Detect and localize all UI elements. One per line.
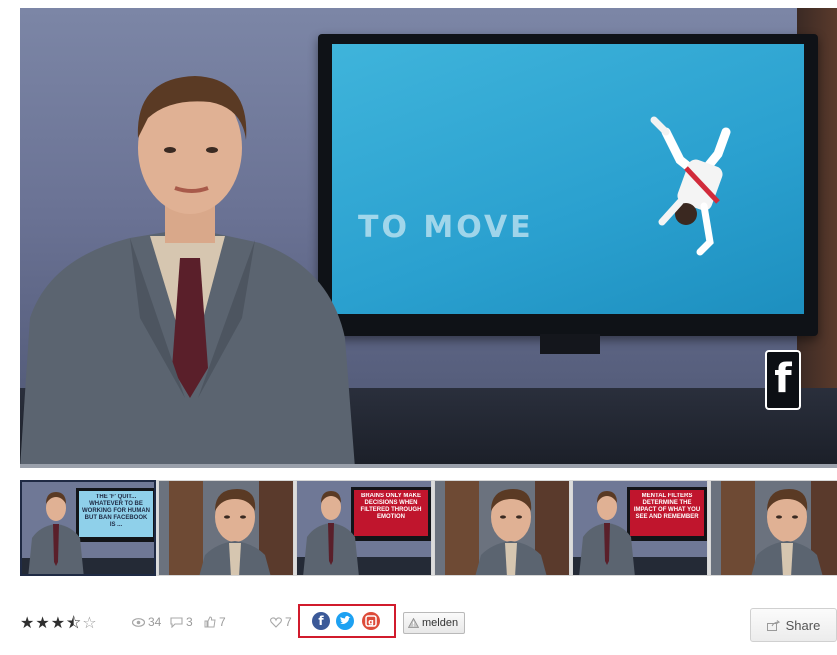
social-share-group: f g — [298, 604, 396, 638]
warning-icon — [408, 618, 419, 628]
star-rating[interactable]: ★★★⯪☆ — [20, 612, 98, 639]
thumbnail-6[interactable] — [710, 480, 837, 576]
presenter-figure — [20, 76, 355, 468]
share-label: Share — [785, 617, 821, 633]
thumbnail-image — [435, 481, 569, 575]
share-button[interactable]: Share — [750, 608, 837, 642]
star-full-icon[interactable]: ★ — [35, 615, 50, 632]
tv-screen: TO MOVE — [332, 44, 804, 314]
thumbnail-image — [711, 481, 837, 575]
thumbnail-caption: The 'F' quit... whatever to be working f… — [82, 494, 150, 528]
video-progress-fill — [20, 464, 837, 468]
thumbs-up-icon — [204, 616, 216, 628]
star-full-icon[interactable]: ★ — [51, 615, 66, 632]
video-progress-bar[interactable] — [20, 464, 837, 468]
tv-stand — [540, 334, 600, 354]
svg-text:g: g — [368, 618, 374, 627]
thumbnail-3[interactable]: Brains only make decisions when filtered… — [296, 480, 432, 576]
likes-count: 7 — [219, 615, 226, 629]
likes-stat[interactable]: 7 — [204, 615, 226, 629]
video-actions-bar: ★★★⯪☆ 34 3 7 7 f g melden Share — [20, 604, 837, 642]
star-full-icon[interactable]: ★ — [20, 615, 35, 632]
comments-stat[interactable]: 3 — [170, 615, 193, 629]
eye-icon — [132, 617, 145, 627]
favorites-stat[interactable]: 7 — [270, 615, 292, 629]
favorites-count: 7 — [285, 615, 292, 629]
tv-text: TO MOVE — [358, 210, 534, 245]
thumbnail-5[interactable]: Mental filters determine the impact of w… — [572, 480, 708, 576]
video-player[interactable]: TO MOVE f — [20, 8, 837, 468]
star-empty-icon[interactable]: ☆ — [82, 615, 97, 632]
star-half-icon[interactable]: ⯪ — [66, 615, 82, 632]
google-plus-icon[interactable]: g — [362, 612, 380, 630]
facebook-badge-icon: f — [765, 350, 801, 410]
thumbnail-1[interactable]: The 'F' quit... whatever to be working f… — [20, 480, 156, 576]
comment-icon — [170, 616, 183, 628]
views-stat: 34 — [132, 615, 161, 629]
thumbnail-2[interactable] — [158, 480, 294, 576]
thumbnail-caption: Mental filters determine the impact of w… — [633, 493, 701, 520]
report-label: melden — [422, 617, 459, 629]
heart-icon — [270, 616, 282, 628]
report-button[interactable]: melden — [403, 612, 466, 634]
twitter-icon[interactable] — [336, 612, 354, 630]
tv-screen-frame: TO MOVE — [318, 34, 818, 336]
views-count: 34 — [148, 615, 162, 629]
thumbnail-strip: The 'F' quit... whatever to be working f… — [20, 480, 837, 576]
twitter-bird-icon — [340, 615, 351, 624]
share-icon — [766, 619, 780, 631]
facebook-icon[interactable]: f — [312, 612, 330, 630]
thumbnail-image — [159, 481, 293, 575]
google-plus-glyph: g — [365, 615, 377, 627]
comments-count: 3 — [186, 615, 193, 629]
breakdancer-figure — [650, 116, 731, 256]
thumbnail-4[interactable] — [434, 480, 570, 576]
thumbnail-caption: Brains only make decisions when filtered… — [360, 493, 422, 520]
